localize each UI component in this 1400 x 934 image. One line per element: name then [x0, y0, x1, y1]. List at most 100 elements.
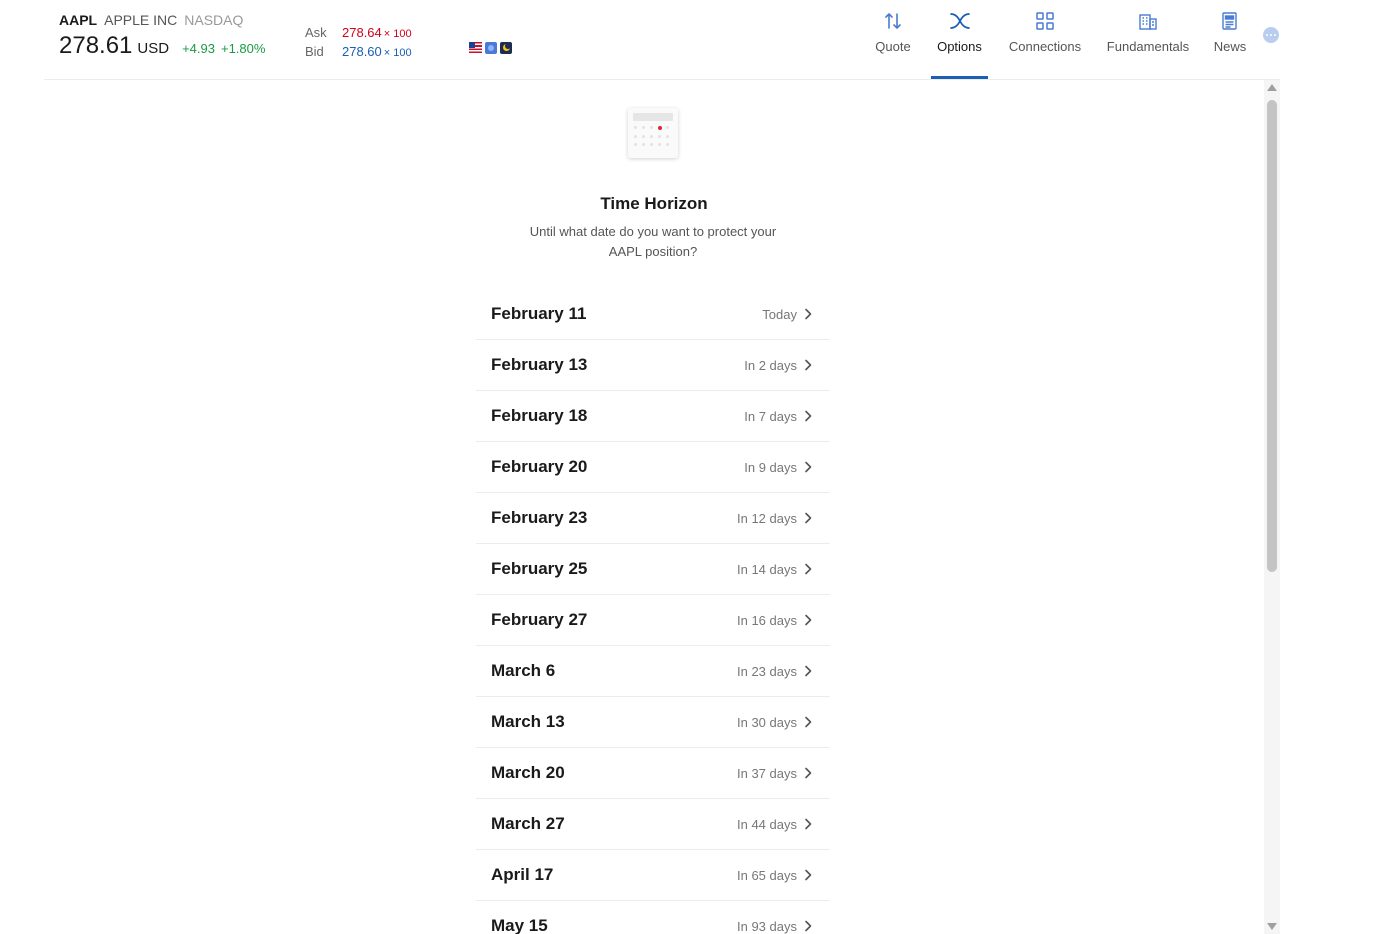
- date-label: May 15: [491, 916, 548, 934]
- arrows-up-down-icon: [882, 10, 904, 32]
- date-row[interactable]: March 20 In 37 days: [476, 748, 830, 799]
- chevron-right-icon: [805, 920, 812, 932]
- symbol-row: AAPL APPLE INC NASDAQ: [59, 12, 243, 28]
- relative-days-label: In 12 days: [737, 510, 797, 526]
- relative-days-label: In 23 days: [737, 663, 797, 679]
- chevron-right-icon: [805, 665, 812, 677]
- expiration-date-list: February 11 Today February 13 In 2 days Febr…: [476, 289, 830, 934]
- chevron-right-icon: [805, 716, 812, 728]
- page-title: Time Horizon: [600, 194, 708, 213]
- date-label: March 13: [491, 712, 565, 731]
- relative-days-label: In 37 days: [737, 765, 797, 781]
- date-row[interactable]: March 27 In 44 days: [476, 799, 830, 850]
- tab-connections[interactable]: Connections: [1001, 0, 1089, 79]
- relative-days-label: In 44 days: [737, 816, 797, 832]
- date-row[interactable]: May 15 In 93 days: [476, 901, 830, 934]
- relative-days-label: In 7 days: [744, 408, 797, 424]
- us-flag-icon: [469, 42, 482, 53]
- market-session-icons: [469, 42, 512, 54]
- date-row[interactable]: February 18 In 7 days: [476, 391, 830, 442]
- chevron-right-icon: [805, 767, 812, 779]
- bid-ask-box: Ask 278.64 × 100 Bid 278.60 × 100: [305, 24, 412, 62]
- chevron-right-icon: [805, 512, 812, 524]
- chevron-right-icon: [805, 359, 812, 371]
- bid-price: 278.60: [342, 44, 382, 59]
- building-icon: [1137, 10, 1159, 32]
- time-horizon-panel: Time Horizon Until what date do you want…: [44, 80, 1264, 934]
- bid-label: Bid: [305, 44, 324, 59]
- more-options-button[interactable]: [1263, 27, 1279, 43]
- ask-size: × 100: [383, 28, 412, 40]
- currency: USD: [137, 40, 170, 57]
- last-price: 278.61: [59, 32, 133, 59]
- tab-label: Fundamentals: [1106, 39, 1190, 54]
- chevron-right-icon: [805, 818, 812, 830]
- relative-days-label: Today: [762, 306, 797, 322]
- tab-quote[interactable]: Quote: [863, 0, 923, 79]
- relative-days-label: In 16 days: [737, 612, 797, 628]
- tab-label: Connections: [1008, 39, 1082, 54]
- vertical-scrollbar[interactable]: [1264, 80, 1280, 934]
- date-row[interactable]: February 25 In 14 days: [476, 544, 830, 595]
- date-row[interactable]: March 6 In 23 days: [476, 646, 830, 697]
- exchange-name: NASDAQ: [184, 12, 244, 28]
- chevron-right-icon: [805, 410, 812, 422]
- newspaper-icon: [1219, 10, 1241, 32]
- bid-row: Bid 278.60 × 100: [305, 43, 412, 62]
- scroll-up-arrow-icon[interactable]: [1267, 84, 1277, 91]
- date-row[interactable]: February 13 In 2 days: [476, 340, 830, 391]
- ask-row: Ask 278.64 × 100: [305, 24, 412, 43]
- ask-price: 278.64: [342, 25, 382, 40]
- tab-fundamentals[interactable]: Fundamentals: [1099, 0, 1197, 79]
- date-label: April 17: [491, 865, 554, 884]
- relative-days-label: In 14 days: [737, 561, 797, 577]
- relative-days-label: In 30 days: [737, 714, 797, 730]
- relative-days-label: In 9 days: [744, 459, 797, 475]
- regular-hours-icon: [485, 42, 497, 54]
- chevron-right-icon: [805, 614, 812, 626]
- price-row: 278.61 USD +4.93 +1.80%: [59, 32, 271, 60]
- price-change-percent: +1.80%: [220, 41, 266, 56]
- chevron-right-icon: [805, 461, 812, 473]
- price-change: +4.93: [182, 41, 215, 56]
- scrollbar-thumb[interactable]: [1267, 100, 1277, 572]
- date-label: February 27: [491, 610, 588, 629]
- chevron-right-icon: [805, 869, 812, 881]
- date-label: March 6: [491, 661, 556, 680]
- page: AAPL APPLE INC NASDAQ 278.61 USD +4.93 +…: [0, 0, 1400, 934]
- overnight-moon-icon: [500, 42, 512, 54]
- tab-options[interactable]: Options: [931, 0, 988, 79]
- company-name: APPLE INC: [104, 12, 178, 28]
- options-cross-icon: [949, 10, 971, 32]
- date-label: February 20: [491, 457, 588, 476]
- nav-tabs: Quote Options Connections Fundamentals N…: [862, 0, 1253, 79]
- date-label: February 11: [491, 304, 587, 323]
- date-label: February 23: [491, 508, 588, 527]
- chevron-right-icon: [805, 308, 812, 320]
- date-row[interactable]: April 17 In 65 days: [476, 850, 830, 901]
- relative-days-label: In 2 days: [744, 357, 797, 373]
- date-row[interactable]: March 13 In 30 days: [476, 697, 830, 748]
- date-label: February 13: [491, 355, 588, 374]
- bid-size: × 100: [383, 47, 412, 59]
- relative-days-label: In 93 days: [737, 918, 797, 934]
- ticker-symbol: AAPL: [59, 12, 98, 28]
- quote-header: AAPL APPLE INC NASDAQ 278.61 USD +4.93 +…: [44, 0, 1280, 80]
- date-row[interactable]: February 11 Today: [476, 289, 830, 340]
- scroll-down-arrow-icon[interactable]: [1267, 923, 1277, 930]
- tab-news[interactable]: News: [1207, 0, 1253, 79]
- date-row[interactable]: February 27 In 16 days: [476, 595, 830, 646]
- tab-label: News: [1213, 39, 1247, 54]
- chevron-right-icon: [805, 563, 812, 575]
- calendar-icon: [628, 108, 678, 158]
- tab-label: Quote: [875, 39, 911, 54]
- date-label: March 20: [491, 763, 565, 782]
- date-row[interactable]: February 20 In 9 days: [476, 442, 830, 493]
- tab-label: Options: [937, 39, 982, 54]
- date-label: February 25: [491, 559, 588, 578]
- page-subtitle: Until what date do you want to protect y…: [529, 224, 777, 259]
- date-row[interactable]: February 23 In 12 days: [476, 493, 830, 544]
- date-label: February 18: [491, 406, 588, 425]
- date-label: March 27: [491, 814, 565, 833]
- ask-label: Ask: [305, 25, 327, 40]
